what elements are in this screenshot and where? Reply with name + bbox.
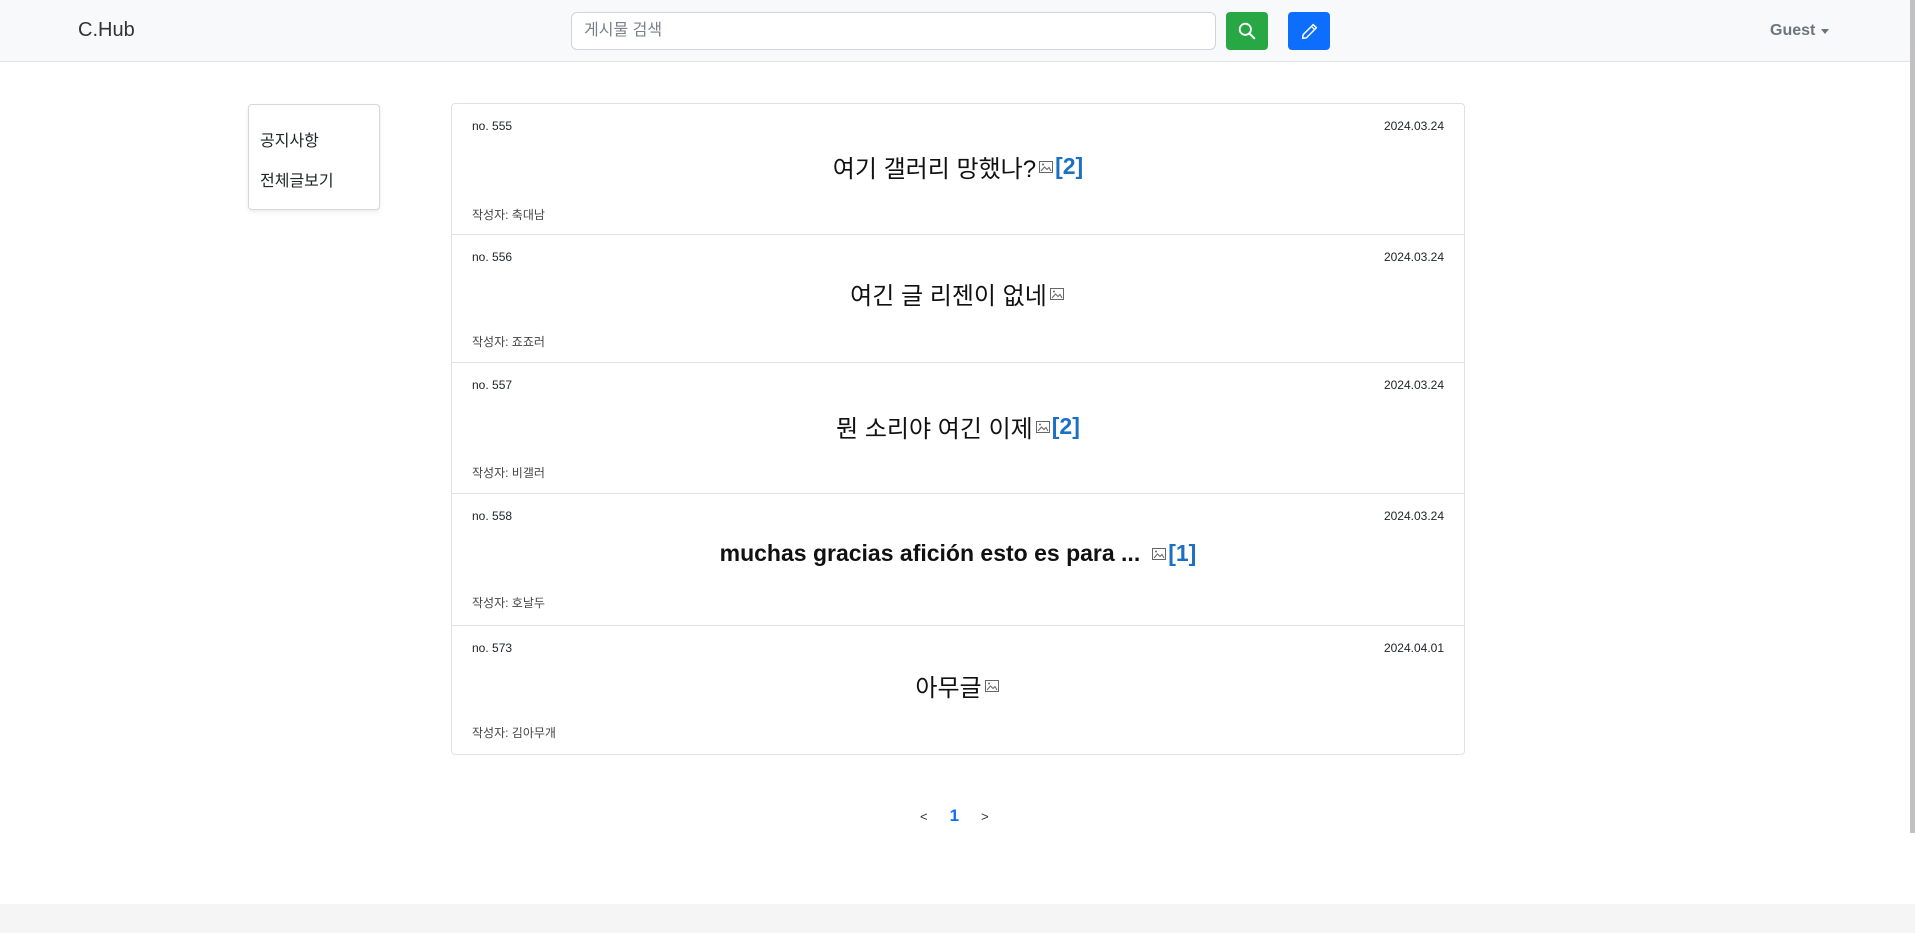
comment-count: [2] xyxy=(1055,153,1084,179)
post-date: 2024.03.24 xyxy=(1383,509,1444,523)
write-post-button[interactable] xyxy=(1288,12,1330,50)
post-title-row[interactable]: 아무글 xyxy=(452,668,1464,703)
post-title-row[interactable]: muchas gracias afición esto es para ... … xyxy=(452,540,1464,567)
post-title[interactable]: 여기 갤러리 망했나? xyxy=(833,149,1036,184)
user-menu-label: Guest xyxy=(1770,22,1816,39)
comment-count: [1] xyxy=(1168,540,1197,566)
post-author: 작성자: 김아무개 xyxy=(472,726,556,740)
post-number: no. 557 xyxy=(472,378,513,392)
image-icon xyxy=(1049,287,1064,300)
sidebar-item-notice[interactable]: 공지사항 xyxy=(260,127,319,151)
post-row[interactable]: no. 558 2024.03.24 muchas gracias afició… xyxy=(452,494,1464,626)
pagination-next[interactable]: > xyxy=(981,809,989,824)
post-author: 작성자: 축대남 xyxy=(472,208,545,222)
post-number: no. 558 xyxy=(472,509,513,523)
post-author: 작성자: 비갤러 xyxy=(472,466,545,480)
search-button[interactable] xyxy=(1226,12,1268,50)
image-icon xyxy=(1152,547,1167,560)
pagination-page-1[interactable]: 1 xyxy=(950,806,959,826)
pagination: < 1 > xyxy=(920,806,989,826)
pencil-icon xyxy=(1301,23,1317,39)
post-row[interactable]: no. 555 2024.03.24 여기 갤러리 망했나? [2] 작성자: … xyxy=(452,104,1464,235)
post-title[interactable]: muchas gracias afición esto es para ... xyxy=(720,540,1141,567)
post-author: 작성자: 호날두 xyxy=(472,596,545,610)
post-author: 작성자: 죠죠러 xyxy=(472,335,545,349)
page-scrollbar[interactable] xyxy=(1910,0,1915,833)
post-title[interactable]: 아무글 xyxy=(915,668,981,703)
top-navbar: C.Hub Guest xyxy=(0,0,1915,62)
search-input[interactable] xyxy=(571,12,1216,50)
footer xyxy=(0,904,1915,933)
post-row[interactable]: no. 573 2024.04.01 아무글 작성자: 김아무개 xyxy=(452,626,1464,754)
sidebar-menu: 공지사항 전체글보기 xyxy=(248,104,380,210)
pagination-prev[interactable]: < xyxy=(920,809,928,824)
post-title[interactable]: 여긴 글 리젠이 없네 xyxy=(850,276,1047,311)
image-icon xyxy=(984,679,999,692)
post-number: no. 573 xyxy=(472,641,513,655)
post-title-row[interactable]: 여긴 글 리젠이 없네 xyxy=(452,276,1464,311)
caret-down-icon xyxy=(1821,28,1830,34)
post-list: no. 555 2024.03.24 여기 갤러리 망했나? [2] 작성자: … xyxy=(451,103,1465,755)
post-row[interactable]: no. 556 2024.03.24 여긴 글 리젠이 없네 작성자: 죠죠러 xyxy=(452,235,1464,363)
sidebar-item-all-posts[interactable]: 전체글보기 xyxy=(260,167,334,191)
post-title-row[interactable]: 여기 갤러리 망했나? [2] xyxy=(452,149,1464,184)
post-title[interactable]: 뭔 소리야 여긴 이제 xyxy=(836,409,1033,444)
user-menu-dropdown[interactable]: Guest xyxy=(1770,22,1830,40)
post-date: 2024.03.24 xyxy=(1383,119,1444,133)
post-number: no. 556 xyxy=(472,250,513,264)
image-icon xyxy=(1039,160,1054,173)
post-number: no. 555 xyxy=(472,119,513,133)
post-date: 2024.04.01 xyxy=(1383,641,1444,655)
post-title-row[interactable]: 뭔 소리야 여긴 이제 [2] xyxy=(452,409,1464,444)
comment-count: [2] xyxy=(1051,413,1080,439)
brand-logo[interactable]: C.Hub xyxy=(78,19,135,42)
post-date: 2024.03.24 xyxy=(1383,250,1444,264)
post-date: 2024.03.24 xyxy=(1383,378,1444,392)
image-icon xyxy=(1035,420,1050,433)
post-row[interactable]: no. 557 2024.03.24 뭔 소리야 여긴 이제 [2] 작성자: … xyxy=(452,363,1464,494)
search-icon xyxy=(1238,22,1256,40)
